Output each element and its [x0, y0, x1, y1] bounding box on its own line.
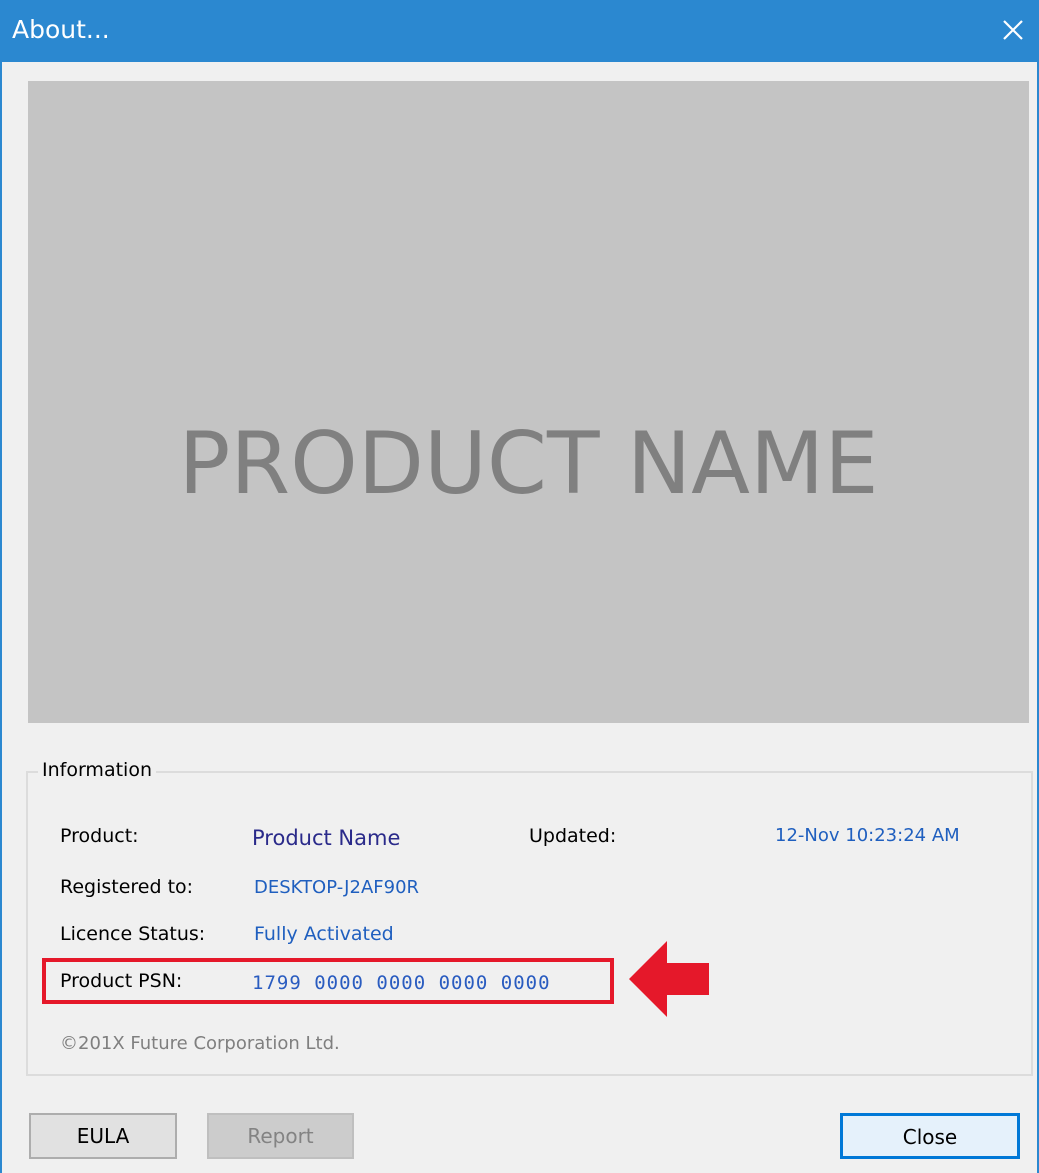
information-legend: Information: [38, 759, 156, 781]
window-title: About...: [12, 15, 110, 44]
copyright-text: ©201X Future Corporation Ltd.: [60, 1033, 340, 1054]
banner-product-name: PRODUCT NAME: [178, 414, 879, 514]
close-icon[interactable]: [997, 14, 1029, 46]
updated-value: 12-Nov 10:23:24 AM: [775, 825, 960, 846]
product-label: Product:: [60, 825, 139, 847]
report-button[interactable]: Report: [207, 1113, 354, 1159]
registered-value: DESKTOP-J2AF90R: [254, 877, 420, 898]
about-dialog: About... PRODUCT NAME Information Produc…: [0, 0, 1039, 1173]
product-value: Product Name: [252, 826, 401, 850]
registered-label: Registered to:: [60, 876, 194, 898]
updated-label: Updated:: [529, 825, 617, 847]
eula-button[interactable]: EULA: [29, 1113, 177, 1159]
red-left-arrow-icon: [629, 941, 709, 1017]
title-bar[interactable]: About...: [2, 0, 1037, 62]
close-button[interactable]: Close: [840, 1113, 1020, 1159]
psn-highlight-box: [42, 958, 614, 1004]
product-banner: PRODUCT NAME: [28, 81, 1029, 723]
licence-status-value: Fully Activated: [254, 923, 394, 945]
licence-status-label: Licence Status:: [60, 923, 206, 945]
